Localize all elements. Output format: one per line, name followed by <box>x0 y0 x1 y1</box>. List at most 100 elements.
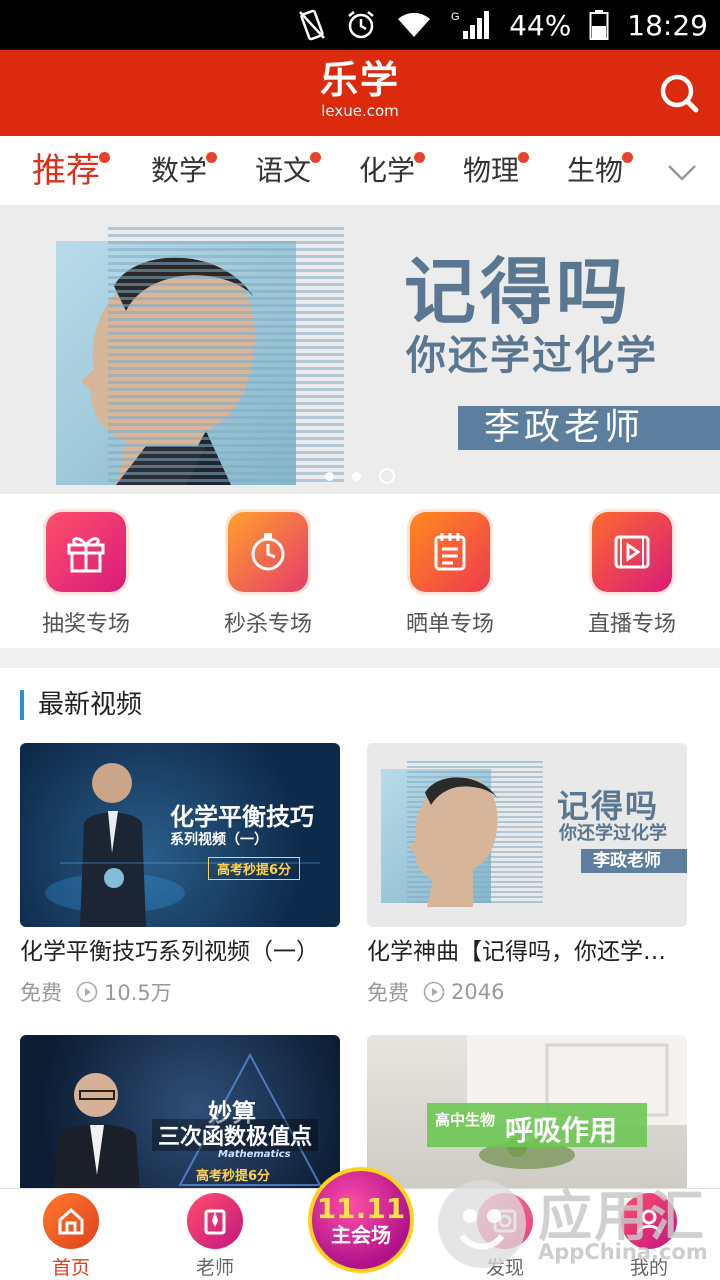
section-title: 最新视频 <box>20 690 142 720</box>
banner-subtitle: 你还学过化学 <box>406 333 658 379</box>
video-thumbnail: 高中生物 呼吸作用 <box>367 1035 687 1188</box>
app-header: 乐学 lexue.com <box>0 50 720 136</box>
video-meta: 免费 2046 <box>367 977 687 1007</box>
chevron-down-icon <box>668 165 696 181</box>
video-thumbnail: 化学平衡技巧 系列视频（一） 高考秒提6分 <box>20 743 340 927</box>
promo-subtitle: 主会场 <box>331 1223 391 1247</box>
logo-text: 乐学 <box>319 58 400 102</box>
nav-label: 首页 <box>51 1257 90 1279</box>
video-price: 免费 <box>367 981 409 1005</box>
quick-entry-label: 直播专场 <box>587 612 676 637</box>
view-count: 2046 <box>451 980 505 1004</box>
carousel-dot[interactable] <box>352 471 361 481</box>
carousel-dot[interactable] <box>325 471 334 481</box>
tab-label: 数学 <box>151 154 208 187</box>
thumbnail-tag: 李政老师 <box>581 849 687 873</box>
tab-label: 推荐 <box>32 151 100 191</box>
quick-entry-lottery[interactable]: 抽奖专场 <box>16 512 156 638</box>
tab-chinese[interactable]: 语文 <box>255 136 322 206</box>
video-card[interactable]: 化学平衡技巧 系列视频（一） 高考秒提6分 化学平衡技巧系列视频（一） 免费 1… <box>20 743 340 1007</box>
quick-entry-grid: 抽奖专场 秒杀专场 晒单专场 直播专场 <box>0 494 720 648</box>
play-count-icon <box>76 981 98 1003</box>
new-dot <box>99 152 110 163</box>
watermark-domain: AppChina.com <box>538 1240 708 1264</box>
quick-entry-label: 晒单专场 <box>405 612 494 637</box>
quick-entry-showcase[interactable]: 晒单专场 <box>380 512 520 638</box>
thumbnail-title: 呼吸作用 <box>505 1114 618 1147</box>
tab-physics[interactable]: 物理 <box>463 136 530 206</box>
promo-1111-button[interactable]: 11.11 主会场 <box>308 1167 414 1273</box>
thumbnail-badge: Mathematics <box>218 1149 291 1160</box>
banner-teacher-tag: 李政老师 <box>458 406 720 450</box>
carousel-indicator <box>0 468 720 484</box>
video-card[interactable]: 妙算 三次函数极值点 Mathematics 高考秒提6分 <box>20 1035 340 1188</box>
thumbnail-subtitle: 高中生物 <box>435 1111 496 1129</box>
promo-title: 11.11 <box>316 1192 406 1225</box>
video-thumbnail: 记得吗 你还学过化学 李政老师 <box>367 743 687 927</box>
thumbnail-tag: 高考秒提6分 <box>196 1169 271 1184</box>
tab-recommend[interactable]: 推荐 <box>32 136 110 206</box>
nav-label: 老师 <box>195 1257 234 1279</box>
appchina-watermark: 应用汇 AppChina.com <box>430 1170 720 1280</box>
thumbnail-subtitle: 你还学过化学 <box>559 823 667 844</box>
quick-entry-live[interactable]: 直播专场 <box>562 512 702 638</box>
clock-time: 18:29 <box>627 8 708 42</box>
teacher-icon <box>187 1193 243 1249</box>
category-tabs: 推荐 数学 语文 化学 物理 生物 <box>0 136 720 206</box>
play-count-icon <box>423 981 445 1003</box>
stopwatch-icon <box>228 512 308 592</box>
home-icon <box>43 1193 99 1249</box>
nav-teacher[interactable]: 老师 <box>160 1193 270 1280</box>
thumbnail-title: 化学平衡技巧 <box>170 803 314 831</box>
quick-entry-flash-sale[interactable]: 秒杀专场 <box>198 512 338 638</box>
tab-label: 生物 <box>567 154 624 187</box>
wifi-icon <box>395 11 433 39</box>
watermark-logo-icon <box>438 1180 526 1268</box>
battery-icon <box>589 9 609 41</box>
view-count: 10.5万 <box>104 981 172 1005</box>
video-title: 化学平衡技巧系列视频（一） <box>20 939 319 965</box>
new-dot <box>206 152 218 163</box>
quick-entry-label: 抽奖专场 <box>41 612 130 637</box>
tab-label: 物理 <box>463 154 520 187</box>
thumbnail-subtitle: 系列视频（一） <box>170 832 268 848</box>
video-views: 10.5万 <box>76 977 172 1007</box>
banner-carousel[interactable]: 记得吗 你还学过化学 李政老师 <box>0 206 720 494</box>
carousel-dot-active[interactable] <box>379 468 395 484</box>
tab-label: 化学 <box>359 154 416 187</box>
notepad-icon <box>410 512 490 592</box>
video-title: 化学神曲【记得吗，你还学过... <box>367 939 687 965</box>
cell-signal-icon: G <box>451 9 491 41</box>
svg-text:G: G <box>451 11 460 23</box>
video-views: 2046 <box>423 980 504 1004</box>
new-dot <box>518 152 530 163</box>
thumbnail-tag: 高考秒提6分 <box>208 857 301 880</box>
vibrate-icon <box>297 9 327 41</box>
video-card[interactable]: 记得吗 你还学过化学 李政老师 化学神曲【记得吗，你还学过... 免费 2046 <box>367 743 687 1007</box>
logo-domain: lexue.com <box>321 102 399 120</box>
video-thumbnail: 妙算 三次函数极值点 Mathematics 高考秒提6分 <box>20 1035 340 1188</box>
banner-title: 记得吗 <box>404 250 633 334</box>
tab-chemistry[interactable]: 化学 <box>359 136 426 206</box>
search-button[interactable] <box>656 70 702 116</box>
new-dot <box>414 152 426 163</box>
tabs-expand-button[interactable] <box>666 156 698 188</box>
nav-home[interactable]: 首页 <box>16 1193 126 1280</box>
new-dot <box>310 152 322 163</box>
tab-biology[interactable]: 生物 <box>567 136 634 206</box>
banner-stripe-overlay <box>108 224 344 482</box>
tab-math[interactable]: 数学 <box>151 136 218 206</box>
quick-entry-label: 秒杀专场 <box>223 612 312 637</box>
new-dot <box>622 152 634 163</box>
tab-label: 语文 <box>255 154 312 187</box>
app-logo[interactable]: 乐学 lexue.com <box>0 60 720 120</box>
video-meta: 免费 10.5万 <box>20 977 340 1007</box>
status-bar: G 44% 18:29 <box>0 0 720 50</box>
alarm-icon <box>345 9 377 41</box>
battery-percent: 44% <box>509 8 572 42</box>
thumbnail-subtitle: 三次函数极值点 <box>152 1119 319 1151</box>
video-card[interactable]: 高中生物 呼吸作用 <box>367 1035 687 1188</box>
video-price: 免费 <box>20 981 62 1005</box>
gift-icon <box>46 512 126 592</box>
search-icon <box>660 74 699 113</box>
